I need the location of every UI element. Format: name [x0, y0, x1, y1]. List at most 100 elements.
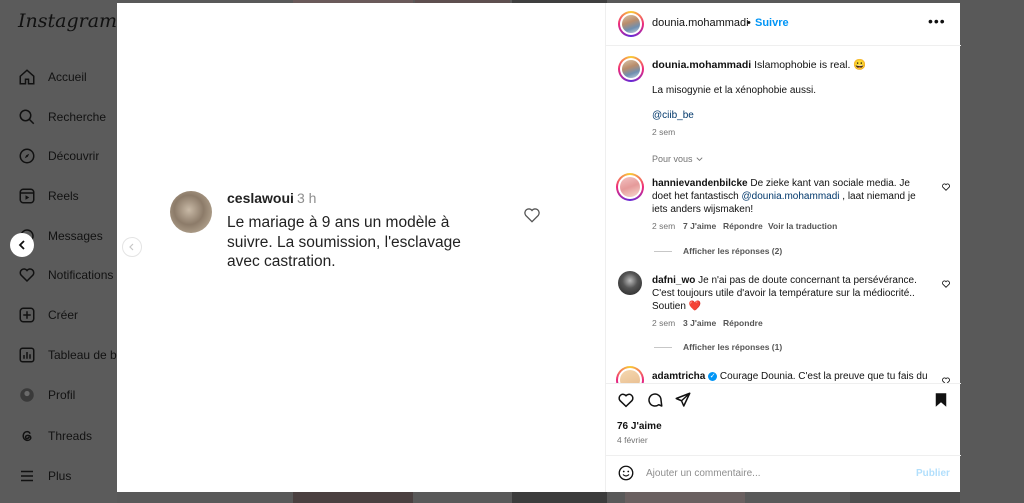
avatar	[170, 191, 212, 233]
sidebar-item-label: Découvrir	[48, 149, 100, 163]
emoji-icon[interactable]	[617, 464, 635, 482]
screenshot-comment-text: Le mariage à 9 ans un modèle à suivre. L…	[227, 214, 461, 270]
post-date: 4 février	[617, 435, 648, 445]
chevron-left-icon	[129, 243, 134, 251]
follow-button[interactable]: Suivre	[755, 17, 789, 29]
caption-text: La misogynie et la xénophobie aussi.	[652, 85, 816, 96]
sidebar-item-notifications[interactable]: Notifications	[18, 263, 113, 287]
comment-clip: adamtricha ✓ Courage Dounia. C'est la pr…	[606, 363, 961, 383]
separator-dot: •	[747, 17, 751, 29]
reply-button[interactable]: Répondre	[723, 318, 763, 328]
view-replies-button[interactable]: Afficher les réponses (1)	[683, 342, 782, 352]
divider	[654, 347, 672, 348]
comment-likes[interactable]: 3 J'aime	[683, 318, 716, 328]
comment-mention-link[interactable]: @dounia.mohammadi	[742, 191, 840, 202]
plus-square-icon	[19, 307, 35, 323]
avatar[interactable]	[616, 173, 644, 201]
previous-post-button[interactable]	[10, 233, 34, 257]
likes-count[interactable]: 76 J'aime	[617, 421, 662, 432]
screenshot-comment-username: ceslawoui	[227, 190, 294, 206]
sidebar-item-search[interactable]: Recherche	[18, 105, 106, 129]
post-header: dounia.mohammadi • Suivre •••	[606, 3, 961, 46]
avatar-icon	[20, 388, 34, 402]
share-icon[interactable]	[674, 391, 692, 409]
feed-thumbnail	[850, 492, 960, 503]
comment-username[interactable]: hannievandenbilcke	[652, 178, 748, 189]
avatar[interactable]	[618, 271, 642, 295]
post-media: ceslawoui 3 h Le mariage à 9 ans un modè…	[117, 3, 605, 492]
reply-button[interactable]: Répondre	[723, 221, 763, 231]
screenshot-comment-time: 3 h	[297, 190, 317, 206]
sidebar-item-dashboard[interactable]: Tableau de bo	[18, 343, 118, 367]
heart-icon[interactable]	[941, 376, 951, 383]
for-you-toggle[interactable]: Pour vous	[652, 154, 704, 164]
divider	[654, 251, 672, 252]
add-comment-input[interactable]: Ajouter un commentaire...	[646, 468, 761, 479]
caption-author[interactable]: dounia.mohammadi	[652, 59, 751, 71]
comment-username[interactable]: adamtricha	[652, 371, 705, 382]
publish-button[interactable]: Publier	[916, 468, 950, 479]
reels-icon	[19, 188, 35, 204]
sidebar-item-profile[interactable]: Profil	[18, 383, 75, 407]
chevron-left-icon	[18, 240, 25, 250]
sidebar-item-label: Recherche	[48, 110, 107, 124]
chevron-down-icon	[696, 156, 703, 161]
heart-icon[interactable]	[941, 279, 951, 289]
sidebar-item-label: Threads	[48, 429, 93, 443]
heart-icon	[524, 208, 540, 223]
sidebar-item-label: Profil	[48, 388, 76, 402]
sidebar-item-label: Créer	[48, 308, 79, 322]
verified-badge-icon: ✓	[708, 371, 718, 381]
more-options-icon[interactable]: •••	[928, 13, 946, 29]
caption-text: Islamophobie is real. 😀	[754, 59, 867, 71]
sidebar-item-label: Plus	[48, 469, 72, 483]
comment-likes[interactable]: 7 J'aime	[683, 221, 716, 231]
bookmark-icon[interactable]	[932, 391, 950, 409]
sidebar-item-explore[interactable]: Découvrir	[18, 144, 99, 168]
comment-text: adamtricha ✓ Courage Dounia. C'est la pr…	[652, 370, 930, 383]
view-replies-button[interactable]: Afficher les réponses (2)	[683, 246, 782, 256]
for-you-label: Pour vous	[652, 154, 693, 164]
sidebar-item-label: Notifications	[48, 268, 114, 282]
home-icon	[19, 69, 35, 85]
media-previous-button[interactable]	[122, 237, 142, 257]
comment-time: 2 sem	[652, 318, 676, 328]
avatar[interactable]	[618, 56, 644, 82]
sidebar-item-more[interactable]: Plus	[18, 464, 71, 488]
avatar[interactable]	[616, 366, 644, 383]
comment-text: dafni_wo Je n'ai pas de doute concernant…	[652, 274, 930, 313]
caption-first-line: dounia.mohammadi Islamophobie is real. 😀	[652, 58, 866, 71]
sidebar-item-create[interactable]: Créer	[18, 303, 78, 327]
heart-icon	[19, 268, 35, 283]
feed-thumbnail	[293, 492, 413, 503]
caption-time: 2 sem	[652, 127, 676, 137]
feed-thumbnail	[512, 492, 607, 503]
comment-username[interactable]: dafni_wo	[652, 275, 695, 286]
feed-thumbnail	[625, 492, 745, 503]
comment-time: 2 sem	[652, 221, 676, 231]
explore-icon	[19, 148, 35, 164]
see-translation-button[interactable]: Voir la traduction	[768, 221, 837, 231]
post-modal: ceslawoui 3 h Le mariage à 9 ans un modè…	[117, 3, 961, 492]
sidebar-item-label: Reels	[48, 189, 79, 203]
instagram-logo[interactable]: Instagram	[18, 10, 117, 32]
sidebar-item-label: Tableau de bo	[48, 348, 118, 362]
caption-mention-link[interactable]: @ciib_be	[652, 110, 694, 121]
comment-icon[interactable]	[646, 391, 664, 409]
heart-icon[interactable]	[941, 182, 951, 192]
comment-body: Courage Dounia. C'est la preuve que tu f…	[719, 371, 928, 382]
author-username[interactable]: dounia.mohammadi	[652, 17, 749, 29]
sidebar-item-home[interactable]: Accueil	[18, 65, 87, 89]
post-sidebar: dounia.mohammadi • Suivre ••• dounia.moh…	[605, 3, 961, 492]
sidebar-item-label: Messages	[48, 229, 103, 243]
like-heart-icon[interactable]	[617, 391, 635, 409]
dashboard-icon	[19, 347, 35, 363]
divider	[606, 383, 961, 384]
avatar[interactable]	[618, 11, 644, 37]
search-icon	[19, 109, 35, 125]
sidebar-item-reels[interactable]: Reels	[18, 184, 79, 208]
menu-icon	[21, 470, 33, 482]
sidebar-item-threads[interactable]: Threads	[18, 424, 92, 448]
threads-icon	[22, 430, 32, 442]
sidebar-item-label: Accueil	[48, 70, 87, 84]
